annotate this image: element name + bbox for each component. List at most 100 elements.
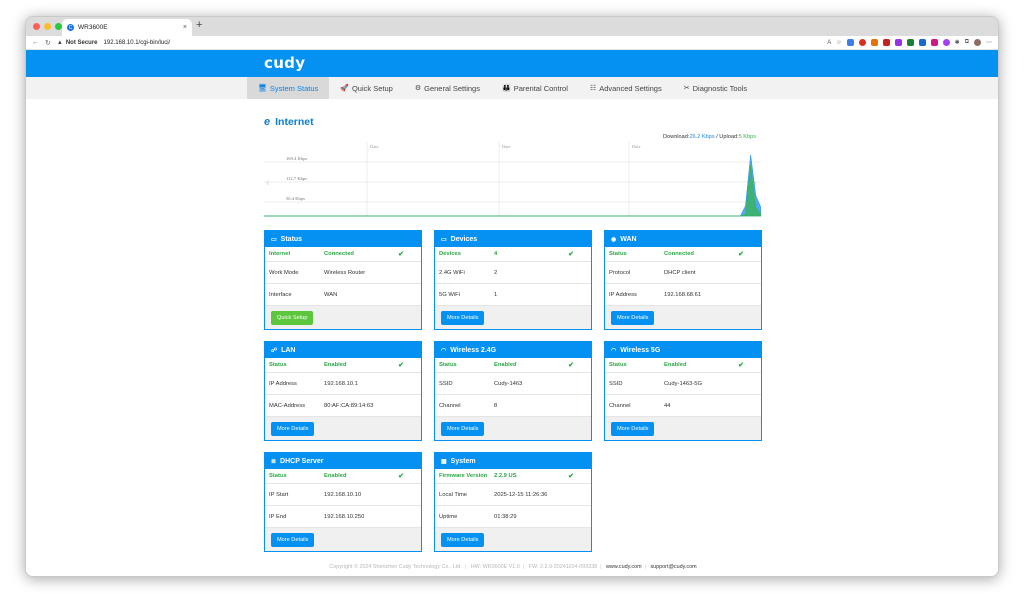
cudy-favicon-icon: C bbox=[67, 24, 74, 31]
website-link[interactable]: www.cudy.com bbox=[606, 564, 642, 570]
wifi-icon: ◠ bbox=[441, 347, 447, 354]
row-key: IP Address bbox=[269, 380, 297, 387]
more-details-button[interactable]: More Details bbox=[611, 421, 655, 436]
back-icon[interactable]: ← bbox=[32, 39, 39, 46]
status-card: ▭ Status Internet Connected ✔ Work Mode Wirele… bbox=[264, 230, 422, 330]
collections-icon[interactable]: ⧉ bbox=[965, 39, 969, 46]
row-key: Status bbox=[269, 473, 287, 479]
extension-icon[interactable] bbox=[894, 39, 902, 46]
quick-setup-button[interactable]: Quick Setup bbox=[271, 310, 314, 325]
url-input[interactable]: 192.168.10.1/cgi-bin/luci/ bbox=[104, 40, 171, 46]
row-value: 1 bbox=[494, 291, 498, 298]
card-title: DHCP Server bbox=[280, 457, 324, 465]
reload-icon[interactable]: ↻ bbox=[45, 39, 51, 47]
network-icon: ☍ bbox=[271, 347, 278, 354]
extension-icon[interactable] bbox=[918, 39, 926, 46]
card-header: ◠ Wireless 5G bbox=[605, 342, 761, 358]
card-row: Local Time 2025-12-15 11:26:36 bbox=[435, 484, 591, 506]
card-header: ☍ LAN bbox=[265, 342, 421, 358]
card-header: ◉ WAN bbox=[605, 231, 761, 247]
row-value: Cudy-1463 bbox=[494, 380, 523, 387]
puzzle-extensions-icon[interactable]: ✱ bbox=[955, 39, 960, 46]
row-key: Devices bbox=[439, 251, 461, 257]
card-row: Uptime 01:38:29 bbox=[435, 506, 591, 528]
more-menu-icon[interactable]: ⋯ bbox=[986, 39, 992, 46]
card-footer: More Details bbox=[435, 528, 591, 551]
check-icon: ✔ bbox=[568, 473, 574, 480]
nav-parental-control[interactable]: 👪 Parental Control bbox=[491, 77, 579, 99]
server-icon: ≣ bbox=[271, 458, 277, 465]
lan-card: ☍ LAN Status Enabled ✔ IP Address 192.168.10.1… bbox=[264, 341, 422, 441]
row-key: SSID bbox=[609, 380, 623, 387]
more-details-button[interactable]: More Details bbox=[441, 310, 485, 325]
nav-label: Parental Control bbox=[513, 83, 568, 93]
row-value: 44 bbox=[664, 402, 671, 409]
more-details-button[interactable]: More Details bbox=[441, 421, 485, 436]
monitor-icon: 🖥 bbox=[258, 85, 267, 92]
more-details-button[interactable]: More Details bbox=[271, 421, 315, 436]
close-window-button[interactable] bbox=[33, 23, 40, 30]
card-footer: More Details bbox=[605, 306, 761, 329]
system-icon: ▦ bbox=[441, 458, 447, 465]
more-details-button[interactable]: More Details bbox=[271, 532, 315, 547]
card-row: Devices 4 ✔ bbox=[435, 247, 591, 262]
support-email-link[interactable]: support@cudy.com bbox=[650, 564, 696, 570]
row-key: IP End bbox=[269, 513, 287, 520]
row-value: Enabled bbox=[324, 473, 347, 479]
row-value: Enabled bbox=[664, 362, 687, 368]
row-value: WAN bbox=[324, 291, 338, 298]
more-details-button[interactable]: More Details bbox=[611, 310, 655, 325]
wifi-icon: ◠ bbox=[611, 347, 617, 354]
row-value: 80:AF:CA:89:14:63 bbox=[324, 402, 374, 409]
security-indicator[interactable]: ▲ Not Secure bbox=[57, 40, 98, 46]
read-aloud-icon[interactable]: A bbox=[827, 40, 831, 46]
wireless-5g-card: ◠ Wireless 5G Status Enabled ✔ SSID Cudy-1463-… bbox=[604, 341, 762, 441]
tab-close-icon[interactable]: × bbox=[183, 24, 187, 31]
row-key: 5G WiFi bbox=[439, 291, 460, 298]
zoom-window-button[interactable] bbox=[55, 23, 62, 30]
card-row: IP Address 192.168.10.1 bbox=[265, 373, 421, 395]
favorite-star-icon[interactable]: ☆ bbox=[836, 39, 841, 46]
row-key: Local Time bbox=[439, 491, 468, 498]
nav-advanced-settings[interactable]: ☷ Advanced Settings bbox=[579, 77, 673, 99]
card-title: System bbox=[450, 457, 476, 465]
firmware-version: FW: 2.2.9-20241104-093338 bbox=[528, 564, 598, 570]
extension-icon[interactable] bbox=[906, 39, 914, 46]
browser-tab[interactable]: C WR3600E × bbox=[62, 19, 192, 36]
card-row: Status Connected ✔ bbox=[605, 247, 761, 262]
extension-icon[interactable] bbox=[882, 39, 890, 46]
card-header: ▦ System bbox=[435, 453, 591, 469]
extension-icon[interactable] bbox=[870, 39, 878, 46]
row-value: Enabled bbox=[494, 362, 517, 368]
card-title: WAN bbox=[620, 235, 637, 243]
row-key: IP Address bbox=[609, 291, 637, 298]
traffic-rate: Download:26.2 Kbps / Upload:5 Kbps bbox=[663, 134, 756, 140]
new-tab-button[interactable]: + bbox=[196, 19, 202, 31]
card-footer: Quick Setup bbox=[265, 306, 421, 329]
more-details-button[interactable]: More Details bbox=[441, 532, 485, 547]
row-key: Status bbox=[609, 251, 627, 257]
extension-icon[interactable] bbox=[942, 39, 950, 46]
card-title: Wireless 2.4G bbox=[450, 346, 497, 354]
extension-icon[interactable] bbox=[930, 39, 938, 46]
nav-general-settings[interactable]: ⚙ General Settings bbox=[404, 77, 491, 99]
chart-series-area bbox=[264, 164, 761, 217]
adblock-extension-icon[interactable] bbox=[858, 39, 866, 46]
minimize-window-button[interactable] bbox=[44, 23, 51, 30]
nav-quick-setup[interactable]: 🚀 Quick Setup bbox=[329, 77, 404, 99]
row-value: 2.2.9 US bbox=[494, 473, 517, 479]
card-row: Work Mode Wireless Router bbox=[265, 262, 421, 284]
card-header: ≣ DHCP Server bbox=[265, 453, 421, 469]
nav-system-status[interactable]: 🖥 System Status bbox=[247, 77, 330, 99]
people-icon: 👪 bbox=[501, 85, 511, 92]
check-icon: ✔ bbox=[568, 251, 574, 258]
brand-header: cudy bbox=[26, 50, 998, 77]
nav-label: Advanced Settings bbox=[599, 83, 662, 93]
row-key: Uptime bbox=[439, 513, 458, 520]
translate-extension-icon[interactable] bbox=[846, 39, 854, 46]
card-row: Status Enabled ✔ bbox=[605, 358, 761, 373]
profile-avatar[interactable] bbox=[974, 39, 981, 46]
row-value: 192.168.10.250 bbox=[324, 513, 365, 520]
cudy-logo: cudy bbox=[264, 54, 306, 72]
nav-diagnostic-tools[interactable]: ✂ Diagnostic Tools bbox=[673, 77, 758, 99]
